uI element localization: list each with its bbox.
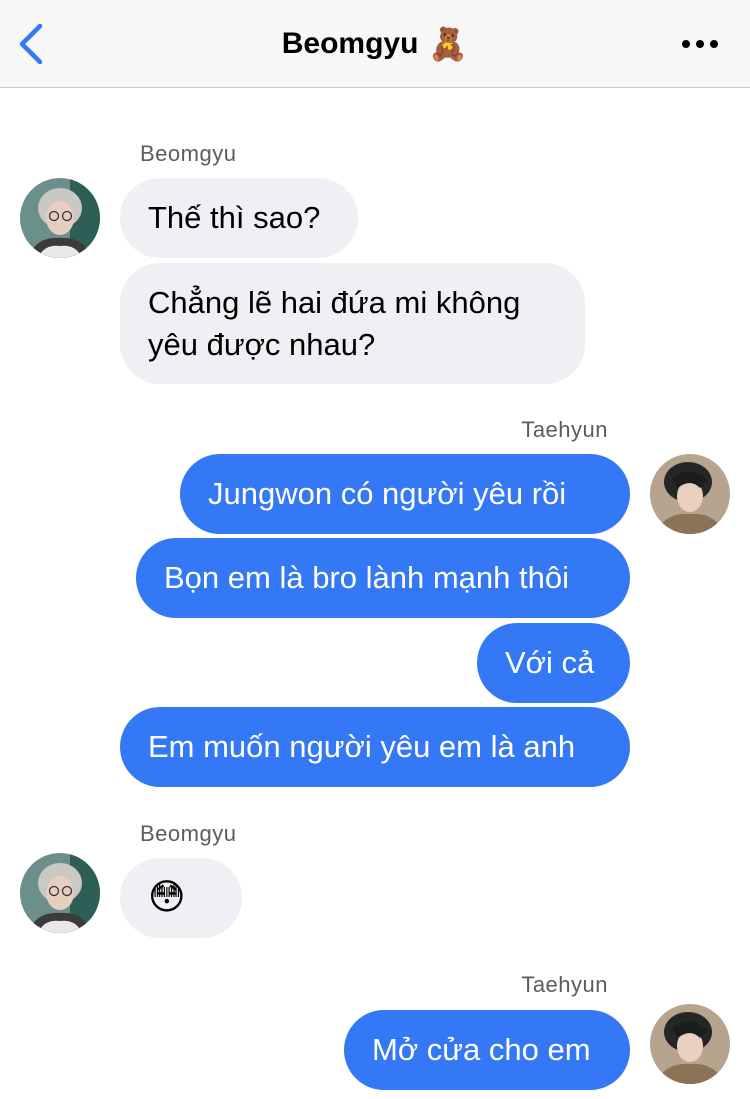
chat-header: Beomgyu 🧸 [0,0,750,88]
message-bubble-outgoing[interactable]: Bọn em là bro lành mạnh thôi [136,538,630,618]
message-bubble-outgoing[interactable]: Mở cửa cho em [344,1010,630,1090]
sender-name: Taehyun [521,972,608,997]
teddy-bear-icon: 🧸 [428,25,469,63]
ellipsis-icon [682,40,718,48]
avatar-photo [650,454,730,534]
message-bubble-outgoing[interactable]: Với cả [477,623,630,703]
avatar-photo [20,853,100,933]
chat-title[interactable]: Beomgyu [282,27,419,61]
sender-name: Taehyun [521,417,608,442]
avatar-photo [20,178,100,258]
avatar[interactable] [20,853,100,933]
message-bubble-outgoing[interactable]: Em muốn người yêu em là anh [120,707,630,787]
message-bubble-incoming[interactable]: Thế thì sao? [120,178,358,258]
sender-name: Beomgyu [140,141,237,166]
message-bubble-incoming[interactable]: Chẳng lẽ hai đứa mi không yêu được nhau? [120,263,585,384]
avatar[interactable] [20,178,100,258]
more-options-button[interactable] [678,26,722,62]
message-bubble-incoming[interactable]: 😳 [120,858,242,938]
sender-name: Beomgyu [140,821,237,846]
message-bubble-outgoing[interactable]: Jungwon có người yêu rồi [180,454,630,534]
avatar[interactable] [650,1004,730,1084]
avatar-photo [650,1004,730,1084]
avatar[interactable] [650,454,730,534]
flushed-face-icon: 😳 [148,877,186,918]
